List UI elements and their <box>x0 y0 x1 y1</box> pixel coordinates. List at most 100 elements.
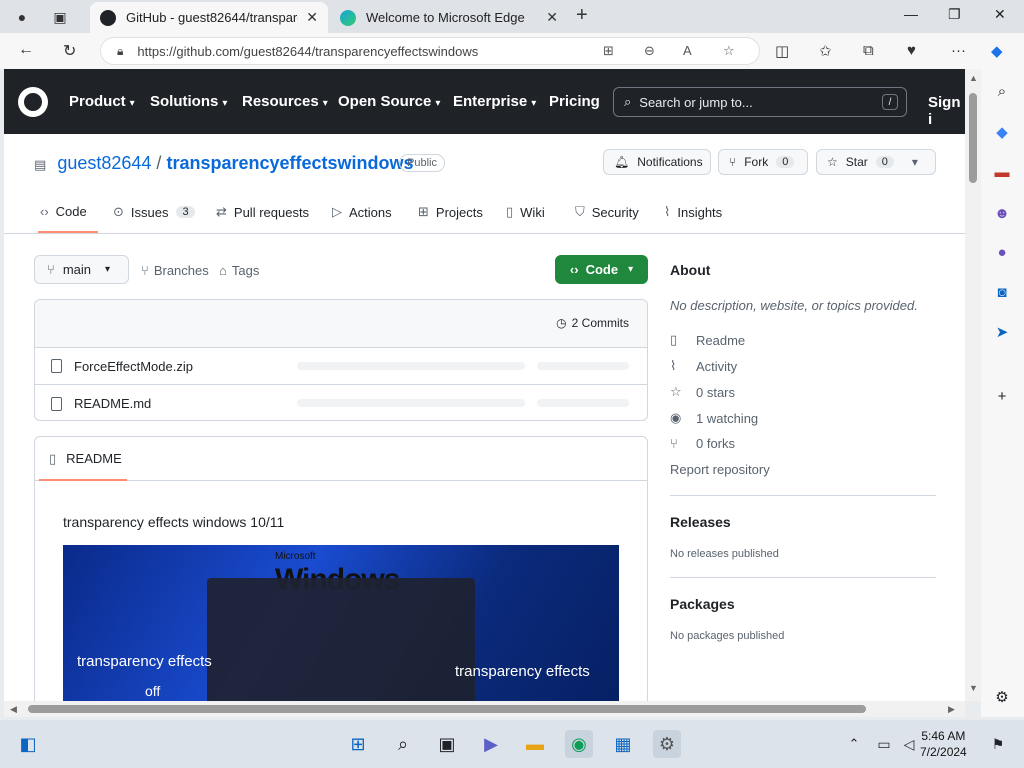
browser-essentials-icon[interactable]: ♥ <box>907 42 916 59</box>
settings-more-icon[interactable]: ··· <box>951 42 966 59</box>
branches-link[interactable]: ⑂ Branches <box>141 263 209 278</box>
scroll-right-icon[interactable]: ▶ <box>948 704 955 715</box>
new-tab-icon[interactable]: + <box>576 4 588 27</box>
edge-taskbar-icon[interactable]: ◉ <box>565 730 593 758</box>
lock-icon[interactable]: 🔒︎ <box>117 44 123 59</box>
packages-title[interactable]: Packages <box>670 596 735 612</box>
close-window-icon[interactable]: ✕ <box>994 6 1006 23</box>
vertical-scrollbar[interactable]: ▲ ▼ <box>965 69 981 701</box>
search-icon[interactable]: ⌕ <box>992 81 1012 101</box>
nav-product[interactable]: Product ▾ <box>69 93 135 110</box>
split-screen-icon[interactable]: ◫ <box>775 42 789 60</box>
zoom-icon[interactable]: ⊖ <box>644 43 655 59</box>
image-caption-left: transparency effects <box>77 653 212 670</box>
nav-pricing[interactable]: Pricing <box>549 93 600 110</box>
tab-wiki[interactable]: ▯ Wiki <box>506 204 545 220</box>
app-available-icon[interactable]: ⊞ <box>603 43 614 59</box>
task-view-icon[interactable]: ▣ <box>433 730 461 758</box>
scroll-up-icon[interactable]: ▲ <box>969 73 978 83</box>
back-icon[interactable]: ← <box>18 41 34 59</box>
scroll-left-icon[interactable]: ◀ <box>10 704 17 715</box>
add-icon[interactable]: + <box>992 386 1012 406</box>
address-bar[interactable]: 🔒︎ https://github.com/guest82644/transpa… <box>100 37 760 65</box>
file-row[interactable]: ForceEffectMode.zip <box>35 348 647 385</box>
shopping-tag-icon[interactable]: ◆ <box>992 122 1012 142</box>
tab-actions[interactable]: ▷ Actions <box>332 204 392 220</box>
tools-icon[interactable]: ▬ <box>992 162 1012 182</box>
watching-link[interactable]: ◉ 1 watching <box>670 410 758 426</box>
tab-pull-requests[interactable]: ⇄ Pull requests <box>216 204 309 220</box>
people-icon[interactable]: ☻ <box>992 203 1012 223</box>
releases-title[interactable]: Releases <box>670 514 731 530</box>
start-icon[interactable]: ⊞ <box>344 730 372 758</box>
tab-actions-icon[interactable]: ▣ <box>49 6 71 28</box>
profile-icon[interactable]: ● <box>11 6 33 28</box>
image-caption-off: off <box>145 683 161 699</box>
teams-icon[interactable]: ▶ <box>477 730 505 758</box>
signin-link[interactable]: Sign i <box>928 94 965 128</box>
gear-icon[interactable]: ⚙ <box>992 687 1012 707</box>
horizontal-scroll-thumb[interactable] <box>28 705 866 713</box>
github-logo-icon[interactable] <box>18 87 48 117</box>
fork-button[interactable]: ⑂ Fork 0 <box>718 149 808 175</box>
tab-security[interactable]: ⛉ Security <box>575 204 639 220</box>
tab-projects[interactable]: ⊞ Projects <box>418 204 483 220</box>
scroll-down-icon[interactable]: ▼ <box>969 683 978 693</box>
collections-icon[interactable]: ⧉ <box>863 42 874 59</box>
chevron-up-icon[interactable]: ⌃ <box>840 730 868 758</box>
store-icon[interactable]: ▦ <box>609 730 637 758</box>
office-icon[interactable]: ● <box>992 242 1012 262</box>
widgets-icon[interactable]: ◧ <box>14 730 42 758</box>
volume-icon[interactable]: ◁ <box>895 730 923 758</box>
repo-owner-link[interactable]: guest82644 <box>57 153 151 173</box>
url-text[interactable]: https://github.com/guest82644/transparen… <box>137 44 478 59</box>
commits-link[interactable]: ◷ 2 Commits <box>556 316 629 330</box>
readme-link[interactable]: ▯ Readme <box>670 332 745 348</box>
tab-code[interactable]: ‹› Code <box>40 204 87 219</box>
notification-icon[interactable]: ⚑ <box>984 730 1012 758</box>
nav-resources[interactable]: Resources ▾ <box>242 93 328 110</box>
browser-tab-edge[interactable]: Welcome to Microsoft Edge ✕ <box>330 2 568 33</box>
file-row[interactable]: README.md <box>35 385 647 422</box>
outlook-icon[interactable]: ◙ <box>992 282 1012 302</box>
tab-insights[interactable]: ⌇ Insights <box>664 204 722 220</box>
nav-enterprise[interactable]: Enterprise ▾ <box>453 93 536 110</box>
branch-select-button[interactable]: ⑂ main ▾ <box>34 255 129 284</box>
taskbar: ◧ ⊞ ⌕ ▣ ▶ ▬ ◉ ▦ ⚙ ⌃ ▭ ◁ 5:46 AM 7/2/2024… <box>0 720 1024 768</box>
horizontal-scrollbar[interactable]: ◀ ▶ <box>4 701 965 717</box>
github-search-input[interactable]: ⌕ Search or jump to... / <box>613 87 907 117</box>
close-tab-icon[interactable]: ✕ <box>306 9 318 26</box>
favorite-star-icon[interactable]: ☆ <box>723 43 735 59</box>
nav-solutions[interactable]: Solutions ▾ <box>150 93 227 110</box>
restore-icon[interactable]: ❐ <box>948 6 961 23</box>
activity-link[interactable]: ⌇ Activity <box>670 358 737 374</box>
system-clock[interactable]: 5:46 AM 7/2/2024 <box>920 728 967 760</box>
network-icon[interactable]: ▭ <box>870 730 898 758</box>
tab-issues[interactable]: ⊙ Issues 3 <box>113 204 195 220</box>
readme-header[interactable]: ▯ README <box>35 437 647 481</box>
chevron-down-icon[interactable]: ▾ <box>912 155 918 169</box>
favorites-icon[interactable]: ✩ <box>819 42 832 60</box>
code-dropdown-button[interactable]: ‹› Code ▾ <box>555 255 648 284</box>
star-button[interactable]: ☆ Star 0 ▾ <box>816 149 936 175</box>
nav-open-source[interactable]: Open Source ▾ <box>338 93 440 110</box>
close-tab-icon[interactable]: ✕ <box>546 9 558 26</box>
copilot-icon[interactable]: ◆ <box>991 42 1003 60</box>
refresh-icon[interactable]: ↻ <box>63 41 76 61</box>
minimize-icon[interactable]: — <box>904 6 918 22</box>
browser-tab-github[interactable]: GitHub - guest82644/transparen ✕ <box>90 2 328 33</box>
send-icon[interactable]: ➤ <box>992 322 1012 342</box>
stars-link[interactable]: ☆ 0 stars <box>670 384 735 400</box>
repo-name-link[interactable]: transparencyeffectswindows <box>166 153 413 173</box>
search-icon[interactable]: ⌕ <box>389 730 417 758</box>
eye-icon: ◉ <box>670 410 682 425</box>
vertical-scroll-thumb[interactable] <box>969 93 977 183</box>
read-aloud-icon[interactable]: A <box>683 43 692 58</box>
notifications-button[interactable]: 🔔︎ Notifications <box>603 149 711 175</box>
settings-app-icon[interactable]: ⚙ <box>653 730 681 758</box>
chevron-down-icon: ▾ <box>322 98 328 109</box>
forks-link[interactable]: ⑂ 0 forks <box>670 436 735 451</box>
tags-link[interactable]: ⌂ Tags <box>219 263 259 278</box>
report-repository-link[interactable]: Report repository <box>670 462 770 477</box>
file-explorer-icon[interactable]: ▬ <box>521 730 549 758</box>
